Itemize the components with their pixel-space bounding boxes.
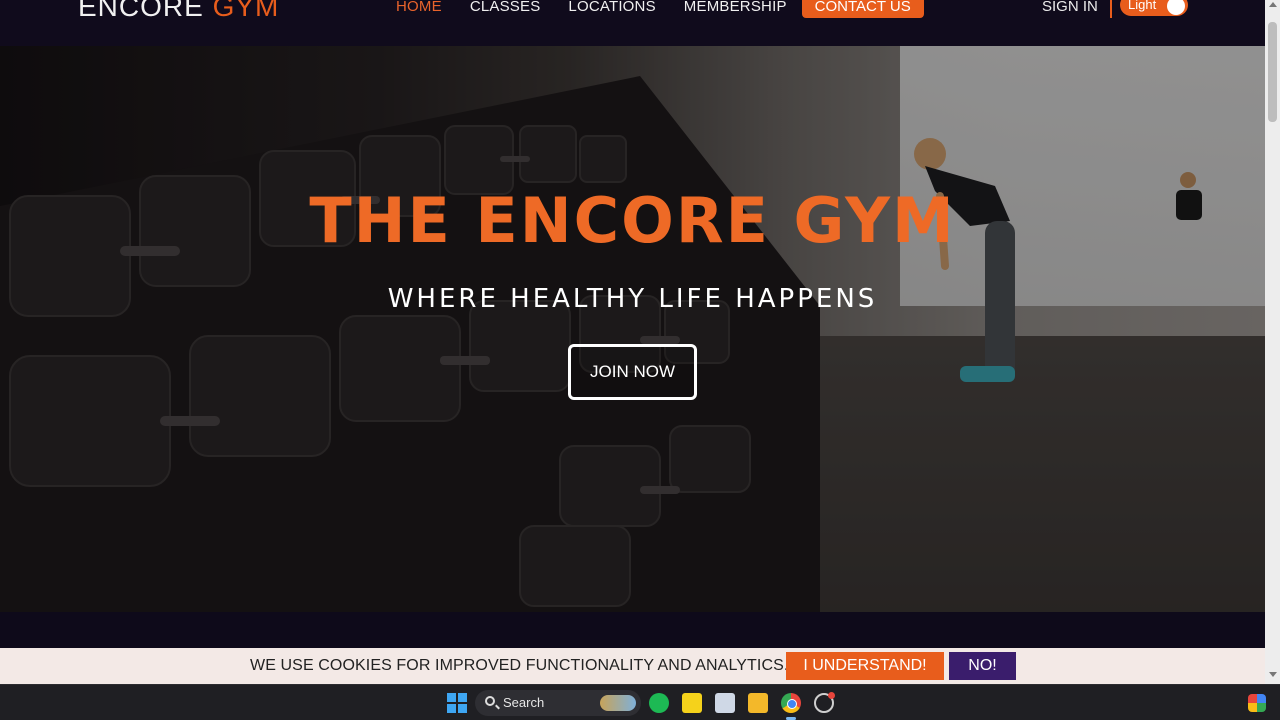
nav-link-home[interactable]: HOME (396, 0, 442, 14)
page-scrollbar[interactable] (1265, 0, 1280, 684)
theme-toggle[interactable]: Light (1120, 0, 1188, 16)
nav-divider (1110, 0, 1112, 18)
notification-dot (828, 692, 835, 699)
hero-section: THE ENCORE GYM WHERE HEALTHY LIFE HAPPEN… (0, 46, 1265, 612)
theme-toggle-label: Light (1128, 0, 1157, 12)
hero-overlay (0, 46, 1265, 612)
nav-links: HOME CLASSES LOCATIONS MEMBERSHIP CONTAC… (396, 0, 924, 18)
spotify-icon[interactable] (649, 693, 669, 713)
site-logo[interactable]: ENCORE GYM (78, 0, 279, 24)
os-taskbar: Search (0, 684, 1280, 720)
taskbar-search-box[interactable]: Search (475, 690, 641, 716)
nav-link-locations[interactable]: LOCATIONS (568, 0, 655, 14)
search-icon (485, 696, 495, 706)
taskbar-search-label: Search (503, 695, 545, 710)
sticky-notes-icon[interactable] (682, 693, 702, 713)
windows-start-icon[interactable] (447, 693, 467, 713)
cookie-accept-button[interactable]: I UNDERSTAND! (786, 652, 944, 680)
hero-title: THE ENCORE GYM (309, 184, 956, 257)
logo-main-text: ENCORE (78, 0, 213, 22)
toggle-knob (1167, 0, 1185, 15)
hero-subtitle: WHERE HEALTHY LIFE HAPPENS (387, 284, 878, 314)
scroll-thumb[interactable] (1268, 22, 1277, 122)
join-now-button[interactable]: JOIN NOW (568, 344, 697, 400)
nav-link-classes[interactable]: CLASSES (470, 0, 541, 14)
logo-accent-text: GYM (212, 0, 280, 22)
settings-icon[interactable] (814, 692, 835, 713)
copilot-icon[interactable] (1248, 694, 1266, 712)
top-navigation: ENCORE GYM HOME CLASSES LOCATIONS MEMBER… (0, 0, 1265, 46)
scroll-up-arrow-icon[interactable] (1269, 2, 1277, 7)
cookie-message: WE USE COOKIES FOR IMPROVED FUNCTIONALIT… (250, 657, 789, 674)
chrome-icon[interactable] (781, 693, 801, 713)
sign-in-link[interactable]: SIGN IN (1042, 0, 1098, 14)
nav-link-membership[interactable]: MEMBERSHIP (684, 0, 787, 14)
cookie-decline-button[interactable]: NO! (949, 652, 1016, 680)
search-highlight-icon (600, 695, 636, 711)
contact-us-button[interactable]: CONTACT US (801, 0, 924, 18)
scroll-down-arrow-icon[interactable] (1269, 672, 1277, 677)
cookie-banner: WE USE COOKIES FOR IMPROVED FUNCTIONALIT… (0, 648, 1265, 684)
section-divider (0, 612, 1265, 648)
photos-icon[interactable] (715, 693, 735, 713)
file-explorer-icon[interactable] (748, 693, 768, 713)
